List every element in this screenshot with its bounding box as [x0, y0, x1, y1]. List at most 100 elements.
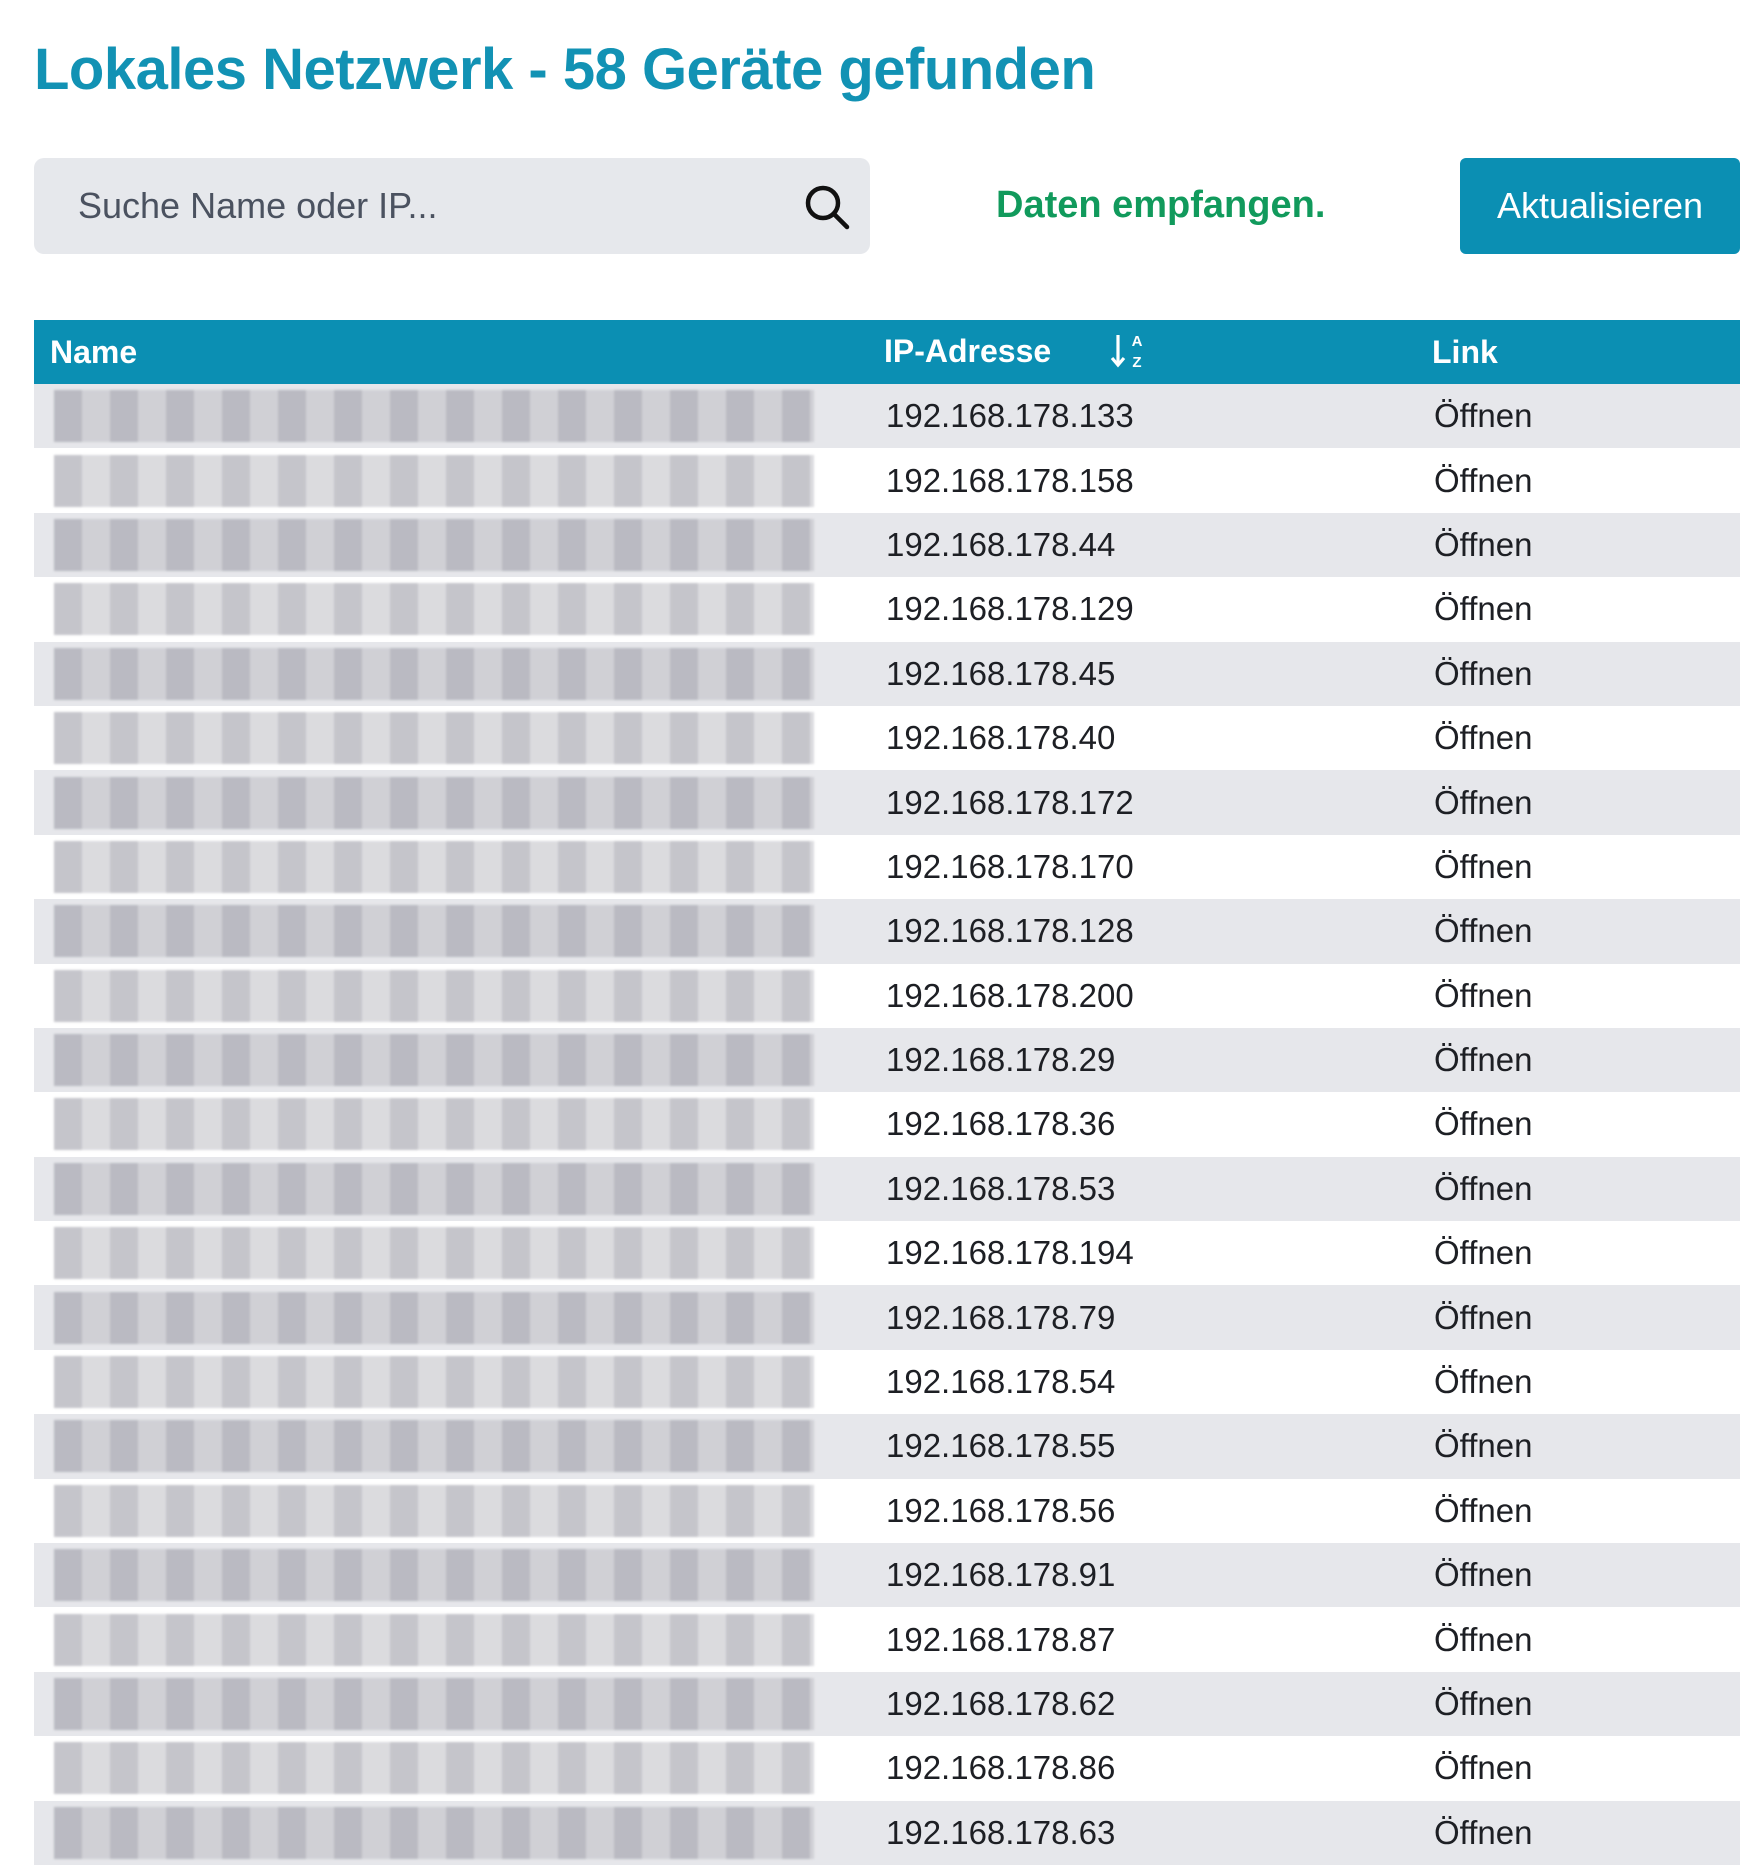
svg-text:Z: Z — [1132, 354, 1141, 371]
table-row: 192.168.178.87 Öffnen — [34, 1607, 1740, 1672]
open-link[interactable]: Öffnen — [1416, 1736, 1740, 1800]
redacted-device-name — [54, 1034, 814, 1087]
device-name-cell — [34, 448, 866, 512]
table-row: 192.168.178.63 Öffnen — [34, 1800, 1740, 1865]
table-row: 192.168.178.53 Öffnen — [34, 1156, 1740, 1222]
open-link[interactable]: Öffnen — [1416, 1028, 1740, 1092]
redacted-device-name — [54, 905, 814, 958]
table-row: 192.168.178.86 Öffnen — [34, 1736, 1740, 1801]
device-ip-cell: 192.168.178.86 — [886, 1749, 1116, 1787]
open-link[interactable]: Öffnen — [1416, 1607, 1740, 1671]
device-ip-cell: 192.168.178.40 — [886, 719, 1116, 757]
column-header-name[interactable]: Name — [34, 320, 866, 384]
table-row: 192.168.178.200 Öffnen — [34, 963, 1740, 1028]
open-link[interactable]: Öffnen — [1416, 770, 1740, 834]
redacted-device-name — [54, 776, 814, 829]
device-name-cell — [34, 706, 866, 770]
column-header-link: Link — [1416, 320, 1740, 384]
device-ip-cell: 192.168.178.87 — [886, 1620, 1116, 1658]
redacted-device-name — [54, 1227, 814, 1280]
device-ip-cell: 192.168.178.44 — [886, 525, 1116, 563]
device-name-cell — [34, 577, 866, 641]
column-header-name-label: Name — [50, 333, 138, 370]
open-link[interactable]: Öffnen — [1416, 577, 1740, 641]
svg-text:A: A — [1132, 333, 1143, 350]
page-title: Lokales Netzwerk - 58 Geräte gefunden — [34, 37, 1096, 102]
open-link[interactable]: Öffnen — [1416, 1801, 1740, 1865]
device-ip-cell: 192.168.178.62 — [886, 1685, 1116, 1722]
open-link[interactable]: Öffnen — [1416, 384, 1740, 448]
device-name-cell — [34, 513, 866, 577]
table-row: 192.168.178.45 Öffnen — [34, 641, 1740, 706]
device-ip-cell: 192.168.178.133 — [886, 397, 1134, 435]
redacted-device-name — [54, 454, 814, 507]
open-link[interactable]: Öffnen — [1416, 1543, 1740, 1607]
redacted-device-name — [54, 1420, 814, 1473]
search-box[interactable] — [34, 158, 870, 254]
device-ip-cell: 192.168.178.56 — [886, 1491, 1116, 1529]
open-link[interactable]: Öffnen — [1416, 1350, 1740, 1414]
open-link[interactable]: Öffnen — [1416, 1092, 1740, 1156]
device-name-cell — [34, 1350, 866, 1414]
device-ip-cell: 192.168.178.129 — [886, 590, 1134, 628]
device-name-cell — [34, 1479, 866, 1543]
column-header-link-label: Link — [1432, 333, 1498, 370]
redacted-device-name — [54, 1484, 814, 1537]
column-header-ip[interactable]: IP-Adresse A Z — [866, 320, 1416, 384]
device-name-cell — [34, 1028, 866, 1092]
table-row: 192.168.178.29 Öffnen — [34, 1027, 1740, 1093]
open-link[interactable]: Öffnen — [1416, 706, 1740, 770]
table-row: 192.168.178.133 Öffnen — [34, 384, 1740, 449]
redacted-device-name — [54, 969, 814, 1022]
open-link[interactable]: Öffnen — [1416, 1672, 1740, 1736]
redacted-device-name — [54, 1742, 814, 1795]
device-name-cell — [34, 1543, 866, 1607]
sort-alpha-down-icon[interactable]: A Z — [1110, 331, 1150, 371]
column-header-ip-label: IP-Adresse — [884, 333, 1052, 370]
open-link[interactable]: Öffnen — [1416, 642, 1740, 706]
device-table: Name IP-Adresse A Z Link 192.168.178.133… — [34, 320, 1740, 1865]
device-name-cell — [34, 1092, 866, 1156]
table-header-row: Name IP-Adresse A Z Link — [34, 320, 1740, 384]
device-ip-cell: 192.168.178.79 — [886, 1298, 1116, 1336]
redacted-device-name — [54, 390, 814, 443]
redacted-device-name — [54, 1098, 814, 1151]
open-link[interactable]: Öffnen — [1416, 448, 1740, 512]
search-icon[interactable] — [800, 180, 856, 236]
device-ip-cell: 192.168.178.29 — [886, 1041, 1116, 1079]
table-row: 192.168.178.36 Öffnen — [34, 1092, 1740, 1157]
table-row: 192.168.178.170 Öffnen — [34, 834, 1740, 900]
device-name-cell — [34, 770, 866, 834]
device-name-cell — [34, 1801, 866, 1865]
table-row: 192.168.178.91 Öffnen — [34, 1543, 1740, 1608]
device-name-cell — [34, 642, 866, 706]
device-name-cell — [34, 1736, 866, 1800]
table-row: 192.168.178.172 Öffnen — [34, 770, 1740, 835]
redacted-device-name — [54, 1678, 814, 1730]
search-input[interactable] — [34, 158, 774, 254]
table-row: 192.168.178.55 Öffnen — [34, 1414, 1740, 1479]
redacted-device-name — [54, 1806, 814, 1859]
open-link[interactable]: Öffnen — [1416, 1414, 1740, 1478]
redacted-device-name — [54, 647, 814, 700]
open-link[interactable]: Öffnen — [1416, 1157, 1740, 1221]
redacted-device-name — [54, 518, 814, 571]
open-link[interactable]: Öffnen — [1416, 835, 1740, 899]
refresh-button[interactable]: Aktualisieren — [1460, 158, 1740, 254]
device-ip-cell: 192.168.178.158 — [886, 461, 1134, 499]
open-link[interactable]: Öffnen — [1416, 1285, 1740, 1349]
table-row: 192.168.178.62 Öffnen — [34, 1671, 1740, 1737]
open-link[interactable]: Öffnen — [1416, 899, 1740, 963]
device-name-cell — [34, 964, 866, 1028]
open-link[interactable]: Öffnen — [1416, 513, 1740, 577]
redacted-device-name — [54, 1162, 814, 1215]
open-link[interactable]: Öffnen — [1416, 964, 1740, 1028]
device-ip-cell: 192.168.178.128 — [886, 912, 1134, 950]
table-row: 192.168.178.128 Öffnen — [34, 899, 1740, 964]
device-name-cell — [34, 899, 866, 963]
open-link[interactable]: Öffnen — [1416, 1221, 1740, 1285]
open-link[interactable]: Öffnen — [1416, 1479, 1740, 1543]
table-row: 192.168.178.54 Öffnen — [34, 1349, 1740, 1415]
redacted-device-name — [54, 1549, 814, 1602]
table-row: 192.168.178.129 Öffnen — [34, 577, 1740, 642]
